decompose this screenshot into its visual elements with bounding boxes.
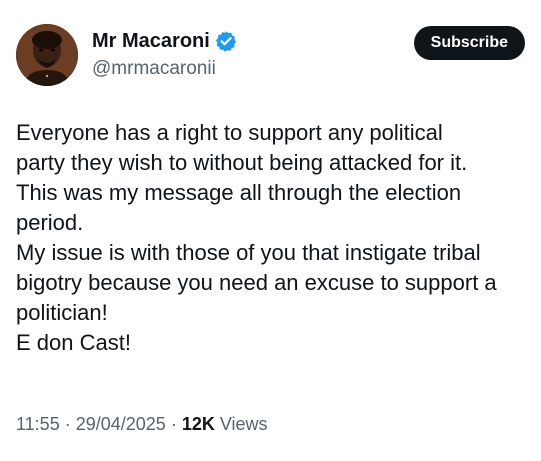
tweet-line: party they wish to without being attacke… bbox=[16, 150, 468, 175]
tweet-header: Mr Macaroni @mrmacaronii Subscribe bbox=[16, 24, 525, 88]
tweet-line: politician! bbox=[16, 300, 108, 325]
tweet-card: Mr Macaroni @mrmacaronii Subscribe Every… bbox=[0, 0, 541, 461]
display-name[interactable]: Mr Macaroni bbox=[92, 28, 210, 54]
author-identity: Mr Macaroni @mrmacaronii bbox=[92, 28, 237, 82]
tweet-line: This was my message all through the elec… bbox=[16, 180, 462, 205]
author-handle[interactable]: @mrmacaronii bbox=[92, 56, 237, 82]
tweet-date[interactable]: 29/04/2025 bbox=[76, 414, 166, 434]
tweet-line: E don Cast! bbox=[16, 330, 131, 355]
avatar-portrait-icon bbox=[16, 24, 78, 86]
subscribe-button[interactable]: Subscribe bbox=[413, 26, 525, 60]
tweet-meta: 11:55 · 29/04/2025 · 12K Views bbox=[16, 412, 268, 436]
tweet-line: Everyone has a right to support any poli… bbox=[16, 120, 443, 145]
tweet-text: Everyone has a right to support any poli… bbox=[16, 118, 531, 358]
views-count: 12K bbox=[181, 414, 215, 434]
avatar[interactable] bbox=[16, 24, 78, 86]
tweet-line: My issue is with those of you that insti… bbox=[16, 240, 481, 265]
name-row: Mr Macaroni bbox=[92, 28, 237, 54]
tweet-time[interactable]: 11:55 bbox=[16, 414, 60, 434]
views-label: Views bbox=[214, 414, 268, 434]
verified-badge-icon bbox=[215, 30, 237, 52]
meta-separator: · bbox=[165, 414, 182, 434]
meta-separator: · bbox=[59, 414, 76, 434]
tweet-line: bigotry because you need an excuse to su… bbox=[16, 270, 497, 295]
tweet-line: period. bbox=[16, 210, 84, 235]
